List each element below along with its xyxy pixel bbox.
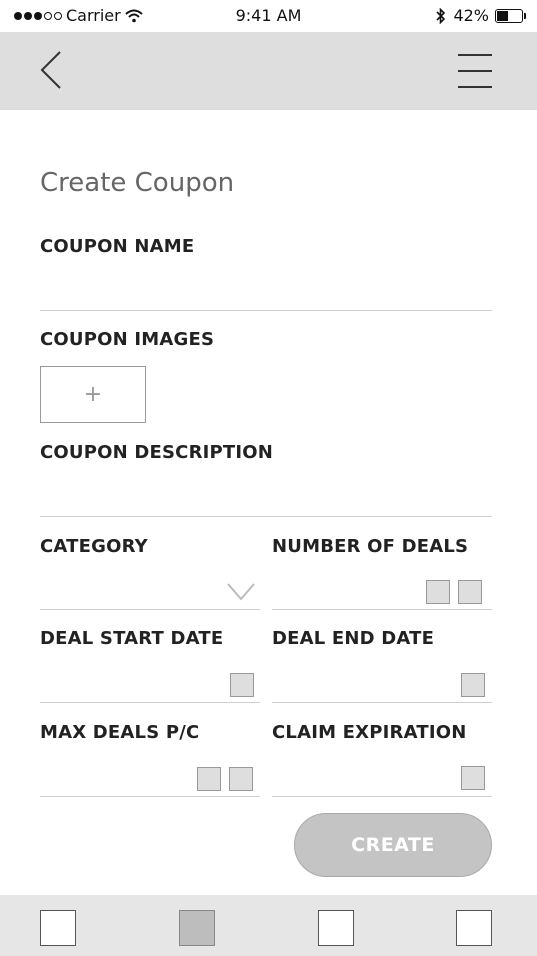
chevron-left-icon[interactable] — [36, 50, 66, 90]
deal-end-date-picker[interactable] — [461, 673, 485, 697]
battery-percent: 42% — [453, 6, 489, 25]
coupon-description-underline — [40, 516, 492, 517]
number-of-deals-digit-1[interactable] — [426, 580, 450, 604]
create-button-label: CREATE — [351, 834, 435, 856]
number-of-deals-underline — [272, 609, 492, 610]
tab-1[interactable] — [40, 910, 76, 946]
max-deals-label: MAX DEALS P/C — [40, 722, 200, 743]
max-deals-underline — [40, 796, 260, 797]
add-image-button[interactable]: + — [40, 366, 146, 423]
deal-start-date-label: DEAL START DATE — [40, 628, 224, 649]
deal-start-date-underline — [40, 702, 260, 703]
chevron-down-icon — [227, 583, 255, 601]
coupon-name-label: COUPON NAME — [40, 236, 195, 257]
max-deals-digit-2[interactable] — [229, 767, 253, 791]
status-bar: Carrier 9:41 AM 42% — [0, 0, 537, 32]
battery-icon — [495, 8, 526, 23]
status-right: 42% — [435, 6, 526, 25]
number-of-deals-digit-2[interactable] — [458, 580, 482, 604]
category-label: CATEGORY — [40, 536, 148, 557]
coupon-name-underline — [40, 310, 492, 311]
claim-expiration-underline — [272, 796, 492, 797]
claim-expiration-label: CLAIM EXPIRATION — [272, 722, 467, 743]
hamburger-menu-icon[interactable] — [456, 52, 494, 90]
coupon-images-label: COUPON IMAGES — [40, 329, 215, 350]
coupon-description-label: COUPON DESCRIPTION — [40, 442, 274, 463]
create-button[interactable]: CREATE — [294, 813, 492, 877]
max-deals-digit-1[interactable] — [197, 767, 221, 791]
coupon-description-input[interactable] — [40, 470, 492, 516]
page-title: Create Coupon — [40, 168, 235, 198]
tab-3[interactable] — [318, 910, 354, 946]
bluetooth-icon — [436, 7, 446, 24]
tab-bar — [0, 895, 537, 956]
nav-bar — [0, 32, 537, 110]
number-of-deals-label: NUMBER OF DEALS — [272, 536, 469, 557]
tab-4[interactable] — [456, 910, 492, 946]
deal-end-date-label: DEAL END DATE — [272, 628, 435, 649]
deal-start-date-picker[interactable] — [230, 673, 254, 697]
deal-end-date-underline — [272, 702, 492, 703]
claim-expiration-picker[interactable] — [461, 766, 485, 790]
category-underline — [40, 609, 260, 610]
coupon-name-input[interactable] — [40, 262, 492, 310]
tab-2[interactable] — [179, 910, 215, 946]
plus-icon: + — [83, 382, 103, 407]
